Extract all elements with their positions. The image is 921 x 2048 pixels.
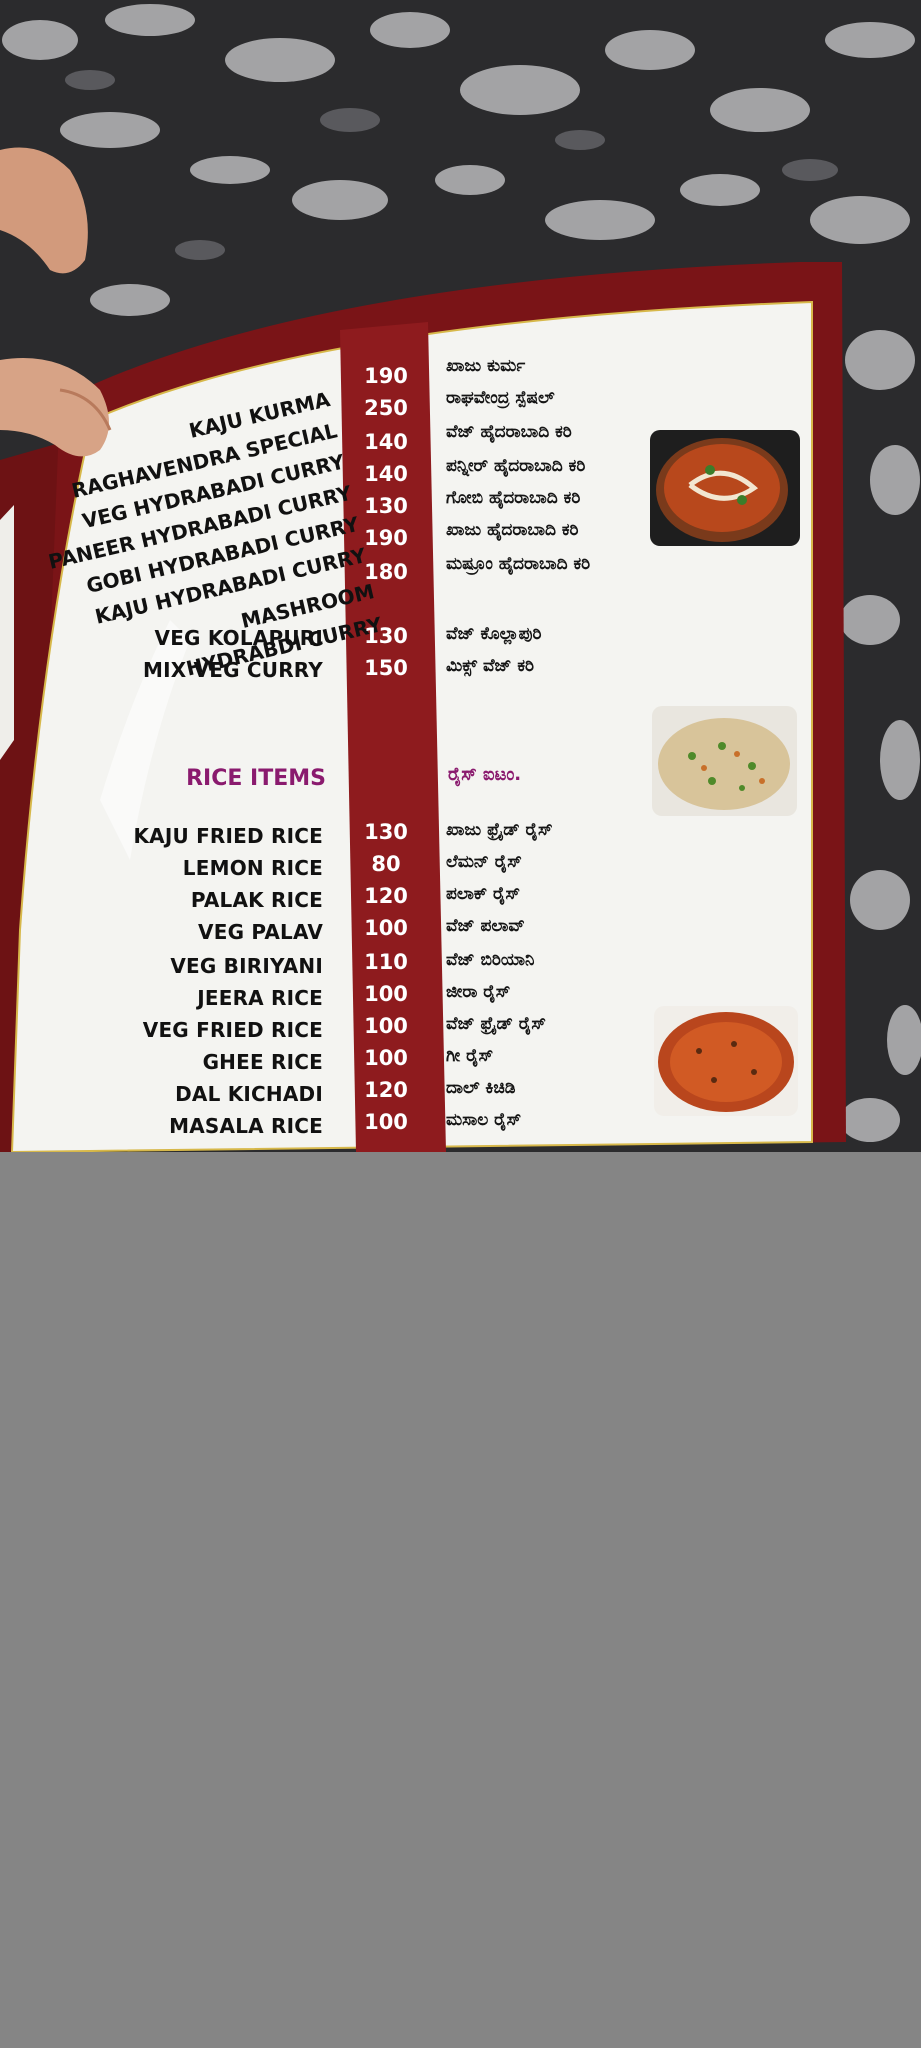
rice-heading: RICE ITEMS bbox=[186, 766, 326, 791]
item-name: LEMON RICE bbox=[182, 856, 323, 880]
item-kannada: ವೆಜ್ ಪಲಾವ್ bbox=[446, 916, 525, 936]
item-kannada: ಮಿಕ್ಸ್ ವೆಜ್ ಕರಿ bbox=[446, 656, 535, 676]
item-kannada: ಜೀರಾ ರೈಸ್ bbox=[446, 982, 511, 1002]
rice-dish-photo bbox=[652, 706, 797, 816]
gray-fill-area bbox=[0, 1152, 921, 2048]
menu-photo: KAJU KURMA RAGHAVENDRA SPECIAL VEG HYDRA… bbox=[0, 0, 921, 1152]
item-price: 150 bbox=[364, 656, 408, 680]
item-price: 120 bbox=[364, 884, 408, 908]
item-price: 100 bbox=[364, 982, 408, 1006]
item-kannada: ಖಾಜು ಹೈದರಾಬಾದಿ ಕರಿ bbox=[446, 520, 579, 540]
item-name: PALAK RICE bbox=[190, 888, 323, 912]
item-name: VEG KOLAPURI bbox=[154, 626, 323, 650]
hand-fingers bbox=[0, 147, 112, 457]
item-name: MIX VEG CURRY bbox=[143, 658, 323, 682]
item-kannada: ವೆಜ್ ಕೊಲ್ಲಾಪುರಿ bbox=[446, 624, 542, 644]
item-kannada: ಮಷ್ರೂಂ ಹೈದರಾಬಾದಿ ಕರಿ bbox=[446, 554, 591, 574]
rice-heading-kannada: ರೈಸ್ ಐಟಂ. bbox=[448, 764, 522, 785]
item-price: 140 bbox=[364, 430, 408, 454]
item-name: GHEE RICE bbox=[202, 1050, 323, 1074]
item-name: VEG FRIED RICE bbox=[142, 1018, 323, 1042]
item-price: 180 bbox=[364, 560, 408, 584]
item-kannada: ಖಾಜು ಫ್ರೈಡ್ ರೈಸ್ bbox=[446, 820, 553, 840]
item-name: DAL KICHADI bbox=[175, 1082, 323, 1106]
item-price: 130 bbox=[364, 494, 408, 518]
item-name: JEERA RICE bbox=[197, 986, 323, 1010]
item-kannada: ಗೋಬಿ ಹೈದರಾಬಾದಿ ಕರಿ bbox=[446, 488, 581, 508]
item-kannada: ಗೀ ರೈಸ್ bbox=[446, 1046, 494, 1066]
item-name: MASALA RICE bbox=[169, 1114, 323, 1138]
item-kannada: ಮಸಾಲ ರೈಸ್ bbox=[446, 1110, 522, 1130]
item-kannada: ಪಲಾಕ್ ರೈಸ್ bbox=[446, 884, 521, 904]
item-kannada: ಲೆಮನ್ ರೈಸ್ bbox=[446, 852, 522, 872]
item-price: 110 bbox=[364, 950, 408, 974]
item-price: 100 bbox=[364, 1014, 408, 1038]
item-kannada: ಖಾಜು ಕುರ್ಮ bbox=[446, 356, 526, 376]
item-kannada: ದಾಲ್ ಕಿಚಿಡಿ bbox=[446, 1078, 516, 1098]
item-name: VEG PALAV bbox=[198, 920, 323, 944]
item-kannada: ರಾಘವೇಂದ್ರ ಸ್ಪೆಷಲ್ bbox=[446, 388, 555, 408]
item-price: 120 bbox=[364, 1078, 408, 1102]
item-price: 100 bbox=[364, 1110, 408, 1134]
item-price: 80 bbox=[371, 852, 401, 876]
item-name: KAJU FRIED RICE bbox=[133, 824, 323, 848]
item-kannada: ವೆಜ್ ಬಿರಿಯಾನಿ bbox=[446, 950, 535, 970]
item-price: 130 bbox=[364, 624, 408, 648]
item-kannada: ಪನ್ನೀರ್ ಹೈದರಾಬಾದಿ ಕರಿ bbox=[446, 456, 586, 476]
item-kannada: ವೆಜ್ ಫ್ರೈಡ್ ರೈಸ್ bbox=[446, 1014, 546, 1034]
item-kannada: ವೆಜ್ ಹೈದರಾಬಾದಿ ಕರಿ bbox=[446, 422, 572, 442]
item-price: 100 bbox=[364, 1046, 408, 1070]
fried-rice-photo bbox=[654, 1006, 798, 1116]
item-price: 130 bbox=[364, 820, 408, 844]
item-name: VEG BIRIYANI bbox=[170, 954, 323, 978]
item-price: 190 bbox=[364, 526, 408, 550]
item-price: 140 bbox=[364, 462, 408, 486]
item-price: 250 bbox=[364, 396, 408, 420]
item-price: 190 bbox=[364, 364, 408, 388]
item-price: 100 bbox=[364, 916, 408, 940]
